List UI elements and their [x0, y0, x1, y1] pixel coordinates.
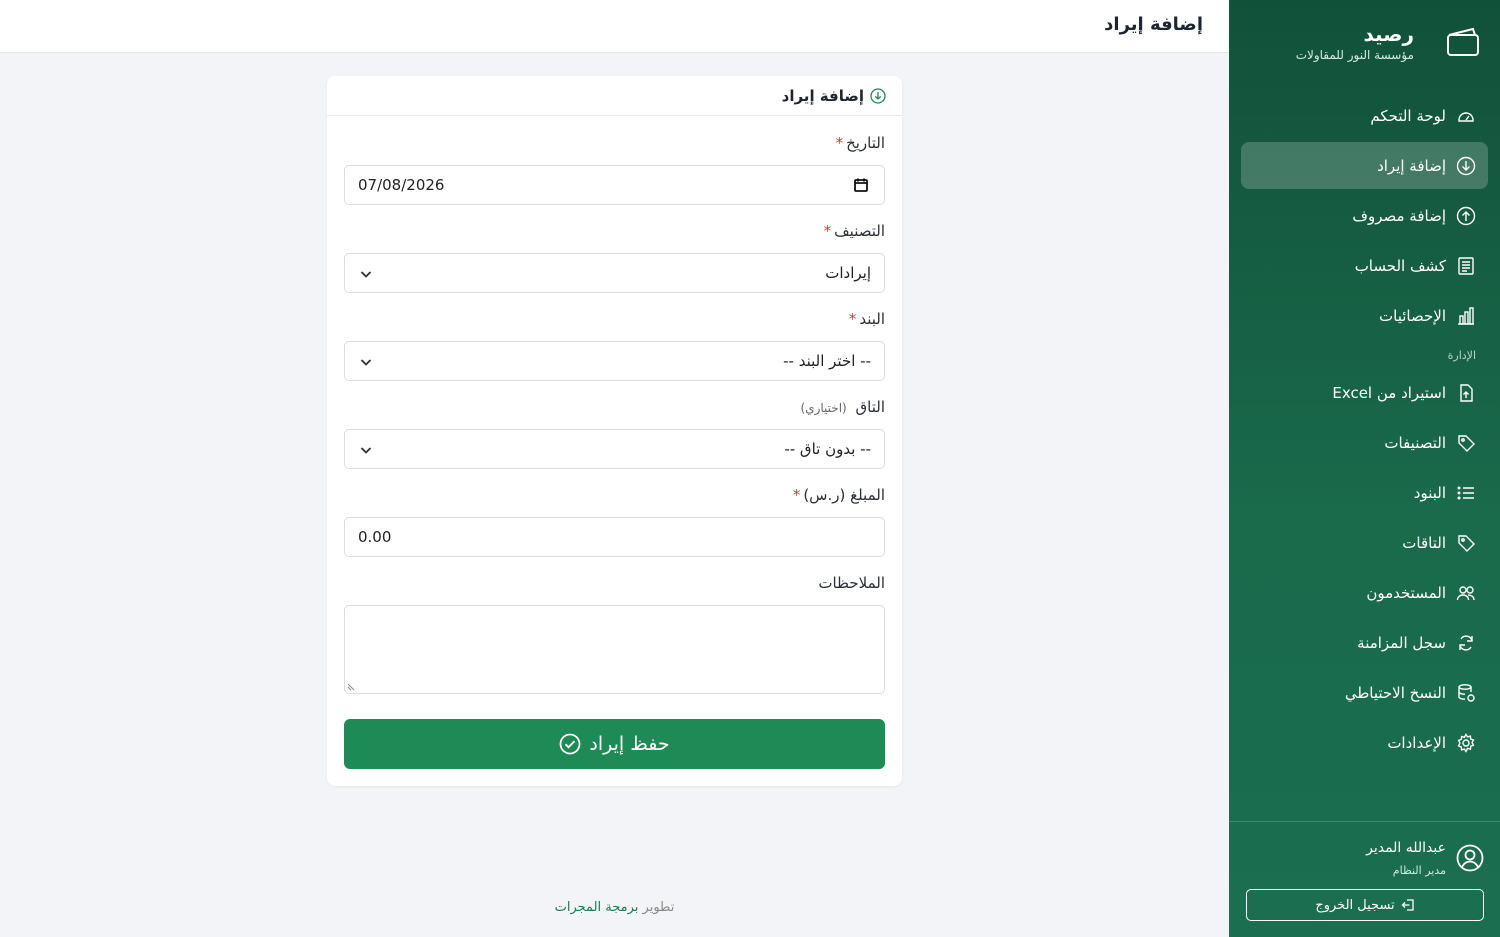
category-value: إيرادات [825, 264, 871, 282]
tag-value: -- بدون تاق -- [784, 440, 871, 458]
add-income-card: إضافة إيراد التاريخ* 07/08/2026 التصنيف*… [327, 76, 902, 786]
sidebar-item-ledger[interactable]: كشف الحساب [1241, 242, 1488, 289]
sidebar-item-categories[interactable]: التصنيفات [1241, 419, 1488, 466]
user-role: مدير النظام [1392, 864, 1446, 877]
sidebar-item-settings[interactable]: الإعدادات [1241, 719, 1488, 766]
sidebar-item-label: التصنيفات [1384, 433, 1446, 452]
sidebar-item-label: إضافة إيراد [1377, 156, 1446, 175]
logout-icon [1401, 899, 1414, 911]
amount-input[interactable]: 0.00 [344, 517, 885, 557]
item-select[interactable]: -- اختر البند -- [344, 341, 885, 381]
sidebar-item-sync-log[interactable]: سجل المزامنة [1241, 619, 1488, 666]
required-mark: * [835, 134, 844, 152]
arrow-up-circle-icon [1456, 206, 1476, 225]
sidebar-item-excel-import[interactable]: استيراد من Excel [1241, 369, 1488, 416]
amount-label-text: المبلغ (ر.س) [803, 486, 885, 504]
users-icon [1456, 585, 1475, 600]
category-label-text: التصنيف [834, 222, 885, 240]
sidebar-footer: عبدالله المدير مدير النظام تسجيل الخروج [1229, 821, 1500, 937]
category-label: التصنيف* [824, 222, 885, 240]
sidebar-item-backup[interactable]: النسخ الاحتياطي [1241, 669, 1488, 716]
resize-handle-icon[interactable] [347, 683, 355, 691]
footer-prefix: تطوير [642, 900, 675, 915]
page-title: إضافة إيراد [1104, 14, 1203, 35]
sidebar: رصيد مؤسسة النور للمقاولات لوحة التحكم إ… [1229, 0, 1500, 937]
top-bar: إضافة إيراد [0, 0, 1229, 53]
tag-icon [1458, 534, 1475, 552]
chevron-down-icon [360, 271, 372, 278]
sidebar-item-tags[interactable]: التاقات [1241, 519, 1488, 566]
notes-textarea[interactable] [344, 605, 885, 694]
sidebar-item-label: التاقات [1402, 533, 1446, 552]
file-upload-icon [1460, 383, 1473, 402]
gear-icon [1457, 732, 1475, 753]
list-icon [1457, 485, 1474, 499]
brand-name: رصيد [1363, 22, 1414, 46]
user-name: عبدالله المدير [1366, 840, 1446, 856]
dashboard-icon [1458, 111, 1474, 122]
logout-button[interactable]: تسجيل الخروج [1246, 889, 1484, 921]
tag-label: التاق (اختياري) [801, 398, 885, 416]
arrow-down-circle-icon [870, 87, 886, 104]
optional-hint: (اختياري) [800, 401, 847, 415]
date-value: 07/08/2026 [358, 176, 445, 194]
required-mark: * [823, 222, 832, 240]
user-avatar-icon [1456, 844, 1484, 872]
sidebar-item-add-income[interactable]: إضافة إيراد [1241, 142, 1488, 189]
arrow-down-circle-icon [1456, 156, 1476, 175]
wallet-icon [1447, 27, 1479, 56]
save-income-label: حفظ إيراد [589, 733, 670, 755]
save-income-button[interactable]: حفظ إيراد [344, 719, 885, 769]
amount-value: 0.00 [358, 528, 392, 546]
database-icon [1458, 683, 1475, 702]
item-label: البند* [849, 310, 885, 328]
sidebar-item-label: النسخ الاحتياطي [1344, 683, 1446, 702]
notes-label-text: الملاحظات [818, 574, 885, 592]
check-circle-icon [559, 733, 581, 755]
date-label: التاريخ* [836, 134, 885, 152]
brand: رصيد مؤسسة النور للمقاولات [1249, 22, 1480, 72]
sidebar-item-label: الإحصائيات [1379, 306, 1446, 325]
item-value: -- اختر البند -- [783, 352, 871, 370]
sidebar-item-add-expense[interactable]: إضافة مصروف [1241, 192, 1488, 239]
sidebar-item-label: لوحة التحكم [1370, 106, 1446, 125]
card-title: إضافة إيراد [781, 86, 864, 105]
amount-label: المبلغ (ر.س)* [793, 486, 885, 504]
sidebar-item-items[interactable]: البنود [1241, 469, 1488, 516]
footer-credit: تطوير برمجة المجرات [0, 900, 1229, 915]
brand-subtitle: مؤسسة النور للمقاولات [1295, 48, 1414, 62]
nav-section-admin: الإدارة [1447, 349, 1476, 362]
sidebar-item-statistics[interactable]: الإحصائيات [1241, 292, 1488, 339]
ledger-icon [1458, 256, 1474, 275]
sync-icon [1459, 634, 1473, 651]
sidebar-item-label: إضافة مصروف [1352, 206, 1446, 225]
sidebar-item-label: استيراد من Excel [1332, 383, 1446, 402]
sidebar-item-users[interactable]: المستخدمون [1241, 569, 1488, 616]
tag-icon [1458, 434, 1475, 452]
item-label-text: البند [859, 310, 885, 328]
logout-label: تسجيل الخروج [1315, 897, 1395, 913]
sidebar-item-label: البنود [1413, 483, 1446, 502]
calendar-icon[interactable] [853, 177, 869, 193]
sidebar-item-label: الإعدادات [1387, 733, 1446, 752]
notes-label: الملاحظات [818, 574, 885, 592]
chevron-down-icon [360, 359, 372, 366]
sidebar-nav: لوحة التحكم إضافة إيراد إضافة مصروف كشف … [1241, 92, 1488, 769]
category-select[interactable]: إيرادات [344, 253, 885, 293]
sidebar-item-label: المستخدمون [1366, 583, 1446, 602]
date-input[interactable]: 07/08/2026 [344, 165, 885, 205]
card-header: إضافة إيراد [327, 76, 902, 116]
bar-chart-icon [1458, 306, 1474, 325]
tag-label-text: التاق [855, 398, 885, 416]
sidebar-item-dashboard[interactable]: لوحة التحكم [1241, 92, 1488, 139]
chevron-down-icon [360, 447, 372, 454]
required-mark: * [848, 310, 857, 328]
sidebar-item-label: سجل المزامنة [1357, 633, 1446, 652]
footer-link[interactable]: برمجة المجرات [555, 900, 639, 915]
sidebar-item-label: كشف الحساب [1354, 256, 1446, 275]
required-mark: * [792, 486, 801, 504]
tag-select[interactable]: -- بدون تاق -- [344, 429, 885, 469]
date-label-text: التاريخ [846, 134, 885, 152]
